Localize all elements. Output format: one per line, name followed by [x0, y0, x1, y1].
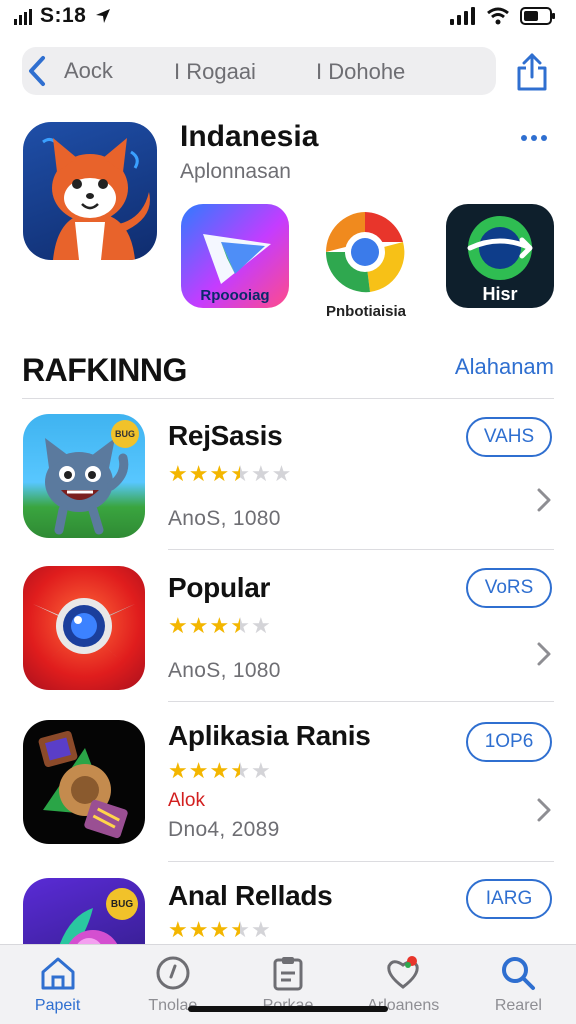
divider [168, 701, 554, 702]
puzzle-game-icon [38, 731, 128, 839]
battery-icon [520, 7, 555, 25]
star-rating: ★ ★ ★ ★ ★ [168, 758, 271, 783]
clipboard-icon [273, 957, 303, 991]
list-item[interactable]: BUG Anal Rellads ★ ★ ★ ★ ★ IARG [0, 864, 576, 944]
green-arrow-icon: Hisr [467, 216, 533, 304]
location-icon [96, 9, 110, 23]
browser-logo-icon [325, 212, 405, 293]
shuriken-icon [33, 598, 135, 666]
featured-app-icon[interactable] [23, 122, 157, 260]
tab-arcade[interactable]: Arloanens [346, 945, 461, 1024]
tab-label: Rearel [494, 997, 542, 1014]
status-icons [450, 7, 556, 25]
app-name: Aplikasia Ranis [168, 720, 371, 751]
badge-label: BUG [115, 429, 135, 439]
divider [22, 398, 554, 399]
tab-today[interactable]: Tnolae [115, 945, 230, 1024]
mini-app-1-label: Rpoooiag [200, 287, 269, 304]
list-item[interactable]: Popular ★ ★ ★ ★ ★ AnoS, 1080 VoRS [0, 552, 576, 702]
tab-home[interactable]: Papeit [0, 945, 115, 1024]
get-button[interactable]: IARG [466, 879, 552, 919]
cat-mascot-icon [42, 137, 150, 260]
clock-icon [156, 956, 190, 990]
paper-plane-icon: Rpoooiag [200, 234, 271, 304]
cellular-icon [450, 7, 475, 25]
divider [168, 861, 554, 862]
search-icon [502, 957, 536, 990]
mini-app-3-icon[interactable]: Hisr [446, 204, 554, 308]
more-options-button[interactable] [514, 127, 554, 149]
badge-label: BUG [110, 898, 134, 910]
back-button[interactable]: Aock [22, 47, 172, 95]
app-name: Popular [168, 572, 271, 603]
tab-label: Papeit [34, 997, 81, 1014]
app-meta: AnoS, 1080 [168, 659, 281, 682]
app-icon [23, 720, 145, 844]
star-rating: ★ ★ ★ ★ ★ [168, 613, 271, 638]
status-bar: S:18 [0, 0, 576, 34]
top-navigation: Aock I Rogaai I Dohohe [22, 47, 496, 95]
bug-badge: BUG [106, 888, 138, 920]
share-icon [517, 53, 547, 91]
mini-app-2-label: Pnbotiaisia [326, 303, 407, 320]
chevron-right-icon [537, 488, 551, 512]
app-tag: Alok [168, 790, 205, 811]
signal-icon [14, 9, 32, 25]
app-name: Anal Rellads [168, 880, 333, 911]
get-button[interactable]: VAHS [466, 417, 552, 457]
chevron-right-icon [537, 798, 551, 822]
divider [168, 549, 554, 550]
mini-app-2-icon[interactable] [320, 206, 410, 298]
chevron-left-icon [29, 56, 45, 86]
tab-search[interactable]: Rearel [461, 945, 576, 1024]
app-meta: AnoS, 1080 [168, 507, 281, 530]
wifi-icon [487, 7, 509, 25]
see-all-link[interactable]: Alahanam [455, 354, 554, 380]
get-button[interactable]: 1OP6 [466, 722, 552, 762]
get-button[interactable]: VoRS [466, 568, 552, 608]
bug-badge: BUG [111, 420, 139, 448]
list-item[interactable]: Aplikasia Ranis ★ ★ ★ ★ ★ Alok Dno4, 2089 1O… [0, 704, 576, 854]
section-title: RAFKINNG [22, 352, 187, 388]
status-time: S:18 [40, 4, 87, 27]
home-indicator[interactable] [188, 1006, 388, 1012]
app-name: RejSasis [168, 420, 283, 451]
nav-segment-1[interactable]: I Rogaai [174, 59, 256, 85]
back-label: Aock [64, 58, 113, 83]
share-button[interactable] [510, 50, 554, 94]
nav-segment-2[interactable]: I Dohohe [316, 59, 405, 85]
heart-icon [387, 956, 419, 989]
star-rating: ★ ★ ★ ★ ★ ★ [168, 461, 292, 486]
home-icon [41, 957, 75, 990]
app-icon [23, 566, 145, 690]
mini-app-1-icon[interactable]: Rpoooiag [181, 204, 289, 308]
tab-bar: Papeit Tnolae Porkae Arloanens Rearel [0, 944, 576, 1024]
chevron-right-icon [537, 642, 551, 666]
app-meta: Dno4, 2089 [168, 818, 280, 841]
featured-subtitle: Aplonnasan [180, 160, 291, 183]
mini-app-3-label: Hisr [482, 284, 517, 304]
star-rating: ★ ★ ★ ★ ★ [168, 917, 271, 942]
list-item[interactable]: BUG RejSasis ★ ★ ★ ★ ★ ★ AnoS, 1080 VAHS [0, 400, 576, 550]
featured-title: Indanesia [180, 120, 319, 153]
tab-apps[interactable]: Porkae [230, 945, 345, 1024]
